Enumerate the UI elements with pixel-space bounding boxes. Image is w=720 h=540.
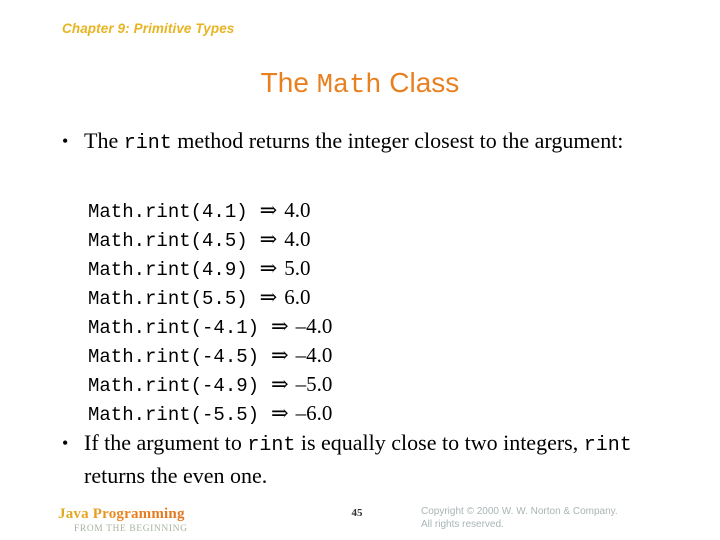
code-line: Math.rint(4.5) ⇒ 4.0 bbox=[88, 225, 332, 254]
code-result: –5.0 bbox=[295, 372, 333, 396]
code-call: Math.rint(-4.9) bbox=[88, 375, 260, 397]
code-result: 6.0 bbox=[284, 285, 311, 309]
bullet-2-part3: returns the even one. bbox=[84, 463, 268, 488]
page-title-prefix: The bbox=[260, 67, 317, 98]
copyright-notice: Copyright © 2000 W. W. Norton & Company.… bbox=[421, 506, 691, 531]
code-call: Math.rint(-5.5) bbox=[88, 404, 260, 426]
bullet-1-mono-rint: rint bbox=[123, 132, 172, 155]
code-line: Math.rint(-4.1) ⇒ –4.0 bbox=[88, 312, 332, 341]
bullet-2-part2: is equally close to two integers, bbox=[295, 430, 584, 455]
double-arrow-icon: ⇒ bbox=[259, 285, 278, 309]
page-title: The Math Class bbox=[0, 67, 720, 102]
double-arrow-icon: ⇒ bbox=[259, 198, 278, 222]
code-line: Math.rint(4.1) ⇒ 4.0 bbox=[88, 196, 332, 225]
publisher-logo-subtitle: FROM THE BEGINNING bbox=[74, 524, 188, 534]
code-result: –4.0 bbox=[295, 343, 333, 367]
code-line: Math.rint(-4.9) ⇒ –5.0 bbox=[88, 370, 332, 399]
code-result: 4.0 bbox=[284, 198, 311, 222]
code-line: Math.rint(-4.5) ⇒ –4.0 bbox=[88, 341, 332, 370]
double-arrow-icon: ⇒ bbox=[271, 401, 289, 425]
publisher-logo-title: Java Programming bbox=[58, 506, 185, 522]
double-arrow-icon: ⇒ bbox=[259, 227, 278, 251]
code-line: Math.rint(-5.5) ⇒ –6.0 bbox=[88, 399, 332, 428]
double-arrow-icon: ⇒ bbox=[271, 343, 289, 367]
code-result: –4.0 bbox=[295, 314, 333, 338]
bullet-2-part1: If the argument to bbox=[84, 430, 248, 455]
bullet-1-part1: The bbox=[84, 128, 124, 153]
bullet-item-1-text: The rint method returns the integer clos… bbox=[84, 126, 668, 159]
bullet-marker: • bbox=[62, 433, 69, 453]
slide-canvas: Chapter 9: Primitive Types The Math Clas… bbox=[0, 0, 720, 540]
page-title-mono-math: Math bbox=[316, 71, 382, 101]
code-line: Math.rint(5.5) ⇒ 6.0 bbox=[88, 283, 332, 312]
page-number: 45 bbox=[351, 507, 363, 519]
bullet-item-2-text: If the argument to rint is equally close… bbox=[84, 428, 668, 491]
bullet-1-part2: method returns the integer closest to th… bbox=[171, 128, 624, 153]
code-call: Math.rint(5.5) bbox=[88, 288, 248, 310]
double-arrow-icon: ⇒ bbox=[271, 372, 289, 396]
double-arrow-icon: ⇒ bbox=[259, 256, 278, 280]
bullet-item-2: • If the argument to rint is equally clo… bbox=[58, 428, 668, 491]
bullet-marker: • bbox=[62, 131, 69, 151]
code-result: –6.0 bbox=[295, 401, 333, 425]
bullet-2-mono-rint-a: rint bbox=[247, 434, 296, 457]
bullet-2-mono-rint-b: rint bbox=[583, 434, 632, 457]
code-call: Math.rint(4.9) bbox=[88, 259, 248, 281]
code-line: Math.rint(4.9) ⇒ 5.0 bbox=[88, 254, 332, 283]
code-call: Math.rint(-4.5) bbox=[88, 346, 260, 368]
code-result: 4.0 bbox=[284, 227, 311, 251]
code-example-block: Math.rint(4.1) ⇒ 4.0 Math.rint(4.5) ⇒ 4.0 Ma… bbox=[88, 196, 332, 428]
chapter-header: Chapter 9: Primitive Types bbox=[62, 21, 235, 36]
code-call: Math.rint(4.5) bbox=[88, 230, 248, 252]
code-result: 5.0 bbox=[284, 256, 311, 280]
publisher-logo: Java Programming FROM THE BEGINNING bbox=[58, 505, 258, 535]
copyright-line-1: Copyright © 2000 W. W. Norton & Company. bbox=[421, 506, 618, 517]
page-title-suffix: Class bbox=[381, 67, 460, 98]
copyright-line-2: All rights reserved. bbox=[421, 518, 504, 530]
bullet-item-1: • The rint method returns the integer cl… bbox=[58, 126, 668, 159]
code-call: Math.rint(4.1) bbox=[88, 201, 248, 223]
code-call: Math.rint(-4.1) bbox=[88, 317, 260, 339]
double-arrow-icon: ⇒ bbox=[271, 314, 289, 338]
